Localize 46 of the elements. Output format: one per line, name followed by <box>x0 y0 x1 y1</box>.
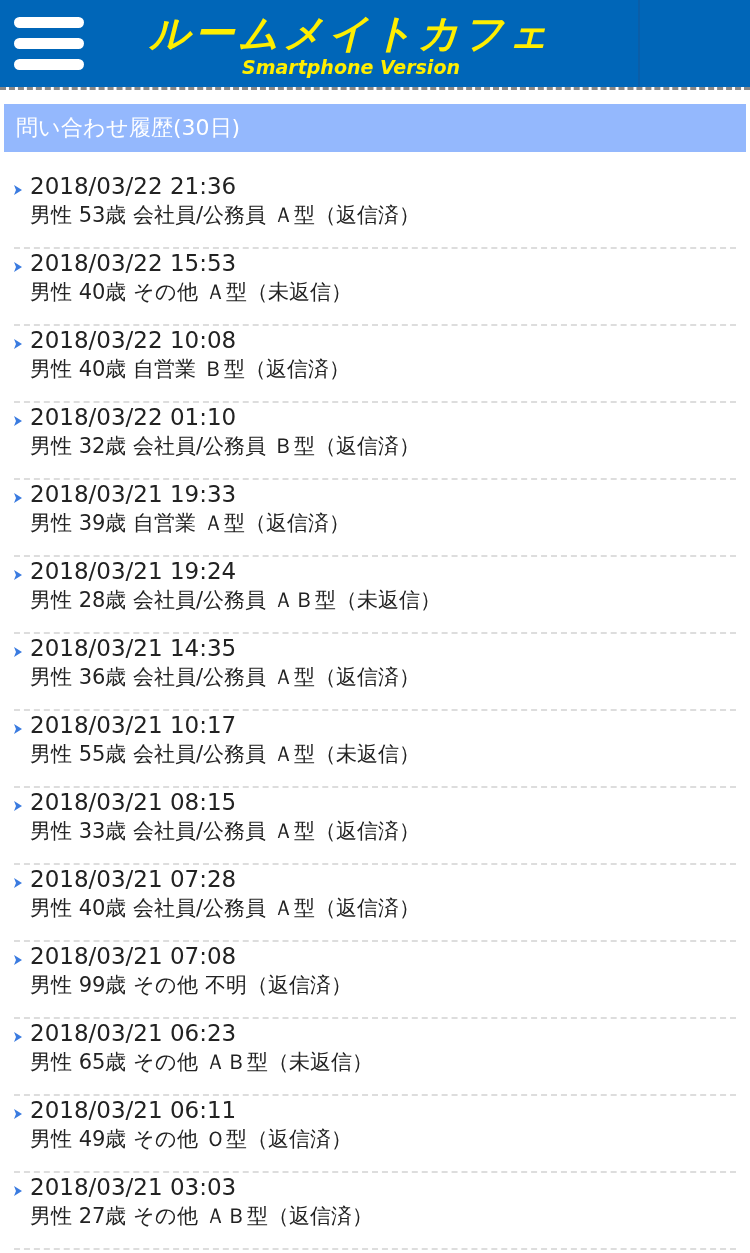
inquiry-datetime[interactable]: 2018/03/22 01:10 <box>30 403 420 432</box>
inquiry-datetime[interactable]: 2018/03/21 08:15 <box>30 788 420 817</box>
arrow-icon <box>14 570 22 580</box>
inquiry-datetime[interactable]: 2018/03/21 06:11 <box>30 1096 352 1125</box>
inquiry-detail: 男性 39歳 自営業 Ａ型（返信済） <box>30 510 350 537</box>
arrow-icon <box>14 416 22 426</box>
arrow-icon <box>14 1032 22 1042</box>
arrow-icon <box>14 1186 22 1196</box>
arrow-icon <box>14 262 22 272</box>
menu-icon[interactable] <box>14 16 84 71</box>
inquiry-detail: 男性 40歳 自営業 Ｂ型（返信済） <box>30 356 350 383</box>
inquiry-detail: 男性 40歳 会社員/公務員 Ａ型（返信済） <box>30 895 420 922</box>
inquiry-detail: 男性 99歳 その他 不明（返信済） <box>30 972 352 999</box>
inquiry-detail: 男性 55歳 会社員/公務員 Ａ型（未返信） <box>30 741 420 768</box>
inquiry-datetime[interactable]: 2018/03/21 19:33 <box>30 480 350 509</box>
inquiry-detail: 男性 65歳 その他 ＡＢ型（未返信） <box>30 1049 373 1076</box>
inquiry-datetime[interactable]: 2018/03/21 19:24 <box>30 557 441 586</box>
logo-text[interactable]: ルームメイトカフェ <box>149 9 553 56</box>
inquiry-detail: 男性 40歳 その他 Ａ型（未返信） <box>30 279 352 306</box>
section-title: 問い合わせ履歴(30日) <box>4 104 746 152</box>
inquiry-detail: 男性 49歳 その他 Ｏ型（返信済） <box>30 1126 352 1153</box>
arrow-icon <box>14 878 22 888</box>
inquiry-datetime[interactable]: 2018/03/21 07:08 <box>30 942 352 971</box>
arrow-icon <box>14 647 22 657</box>
inquiry-datetime[interactable]: 2018/03/22 15:53 <box>30 249 352 278</box>
logo-subtitle: Smartphone Version <box>242 55 460 78</box>
arrow-icon <box>14 801 22 811</box>
inquiry-detail: 男性 27歳 その他 ＡＢ型（返信済） <box>30 1203 373 1230</box>
arrow-icon <box>14 493 22 503</box>
arrow-icon <box>14 955 22 965</box>
inquiry-datetime[interactable]: 2018/03/21 10:17 <box>30 711 420 740</box>
inquiry-datetime[interactable]: 2018/03/22 10:08 <box>30 326 350 355</box>
arrow-icon <box>14 724 22 734</box>
inquiry-detail: 男性 33歳 会社員/公務員 Ａ型（返信済） <box>30 818 420 845</box>
arrow-icon <box>14 1109 22 1119</box>
inquiry-detail: 男性 28歳 会社員/公務員 ＡＢ型（未返信） <box>30 587 441 614</box>
inquiry-datetime[interactable]: 2018/03/21 06:23 <box>30 1019 373 1048</box>
arrow-icon <box>14 339 22 349</box>
inquiry-detail: 男性 53歳 会社員/公務員 Ａ型（返信済） <box>30 202 420 229</box>
inquiry-datetime[interactable]: 2018/03/22 21:36 <box>30 172 420 201</box>
inquiry-detail: 男性 32歳 会社員/公務員 Ｂ型（返信済） <box>30 433 420 460</box>
inquiry-datetime[interactable]: 2018/03/21 14:35 <box>30 634 420 663</box>
inquiry-detail: 男性 36歳 会社員/公務員 Ａ型（返信済） <box>30 664 420 691</box>
inquiry-datetime[interactable]: 2018/03/21 03:03 <box>30 1173 373 1202</box>
inquiry-datetime[interactable]: 2018/03/21 07:28 <box>30 865 420 894</box>
arrow-icon <box>14 185 22 195</box>
